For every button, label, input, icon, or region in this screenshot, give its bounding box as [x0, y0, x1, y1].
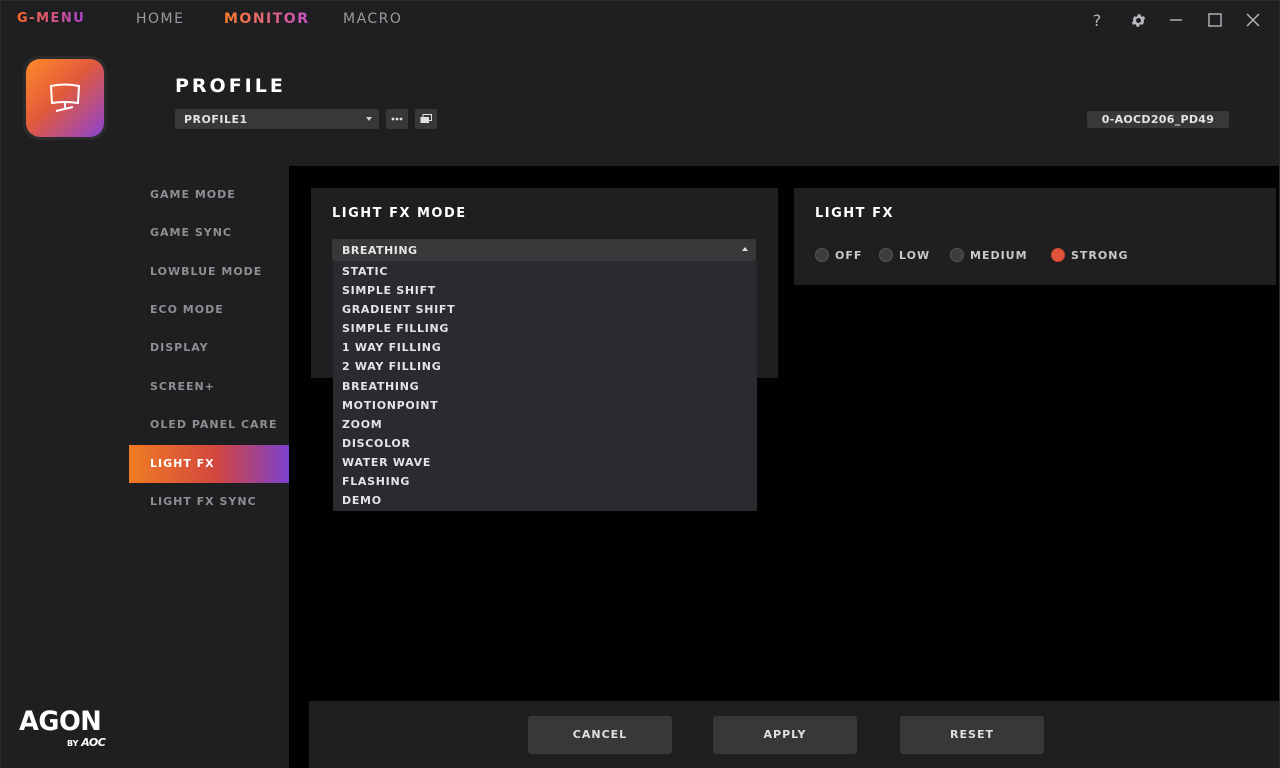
app-window: G-MENU HOME MONITOR MACRO ? AGON BY AOC … [0, 0, 1280, 768]
agon-wordmark: AGON [19, 706, 102, 737]
option-breathing[interactable]: BREATHING [342, 380, 419, 393]
option-zoom[interactable]: ZOOM [342, 418, 382, 431]
close-icon[interactable] [1242, 9, 1264, 31]
cancel-button[interactable]: CANCEL [528, 716, 672, 754]
more-options-button[interactable] [386, 109, 408, 129]
option-water-wave[interactable]: WATER WAVE [342, 456, 431, 469]
menu-item-light-fx[interactable]: LIGHT FX [129, 445, 289, 483]
option-discolor[interactable]: DISCOLOR [342, 437, 411, 450]
light-fx-panel: LIGHT FX OFF LOW MEDIUM STRONG [794, 188, 1276, 285]
menu-item-lowblue-mode[interactable]: LOWBLUE MODE [129, 253, 289, 291]
left-rail: AGON BY AOC [1, 38, 129, 768]
option-2-way-filling[interactable]: 2 WAY FILLING [342, 360, 441, 373]
profile-select-value: PROFILE1 [184, 113, 248, 126]
menu-item-screen-plus[interactable]: SCREEN+ [129, 368, 289, 406]
option-1-way-filling[interactable]: 1 WAY FILLING [342, 341, 441, 354]
menu-item-game-sync[interactable]: GAME SYNC [129, 214, 289, 252]
menu-item-eco-mode[interactable]: ECO MODE [129, 291, 289, 329]
agon-byline: BY AOC [67, 736, 106, 749]
main-content: LIGHT FX MODE BREATHING LIGHT FX OFF LOW… [289, 166, 1279, 768]
option-flashing[interactable]: FLASHING [342, 475, 410, 488]
device-id-badge: 0-AOCD206_PD49 [1087, 111, 1229, 128]
menu-item-display[interactable]: DISPLAY [129, 329, 289, 367]
option-static[interactable]: STATIC [342, 265, 388, 278]
monitor-icon [26, 59, 104, 137]
chevron-down-icon [366, 117, 372, 121]
action-footer: CANCEL APPLY RESET [309, 701, 1279, 768]
light-fx-mode-select[interactable]: BREATHING [332, 239, 756, 261]
menu-item-light-fx-sync[interactable]: LIGHT FX SYNC [129, 483, 289, 521]
gear-icon[interactable] [1127, 9, 1149, 31]
ellipsis-icon [391, 117, 403, 121]
light-fx-title: LIGHT FX [815, 206, 894, 221]
menu-item-oled-panel-care[interactable]: OLED PANEL CARE [129, 406, 289, 444]
minimize-icon[interactable] [1165, 9, 1187, 31]
tab-macro[interactable]: MACRO [343, 11, 402, 27]
radio-strong[interactable]: STRONG [1051, 247, 1128, 263]
cards-icon [420, 114, 432, 123]
side-menu: GAME MODE GAME SYNC LOWBLUE MODE ECO MOD… [129, 166, 289, 768]
profile-header: PROFILE PROFILE1 0-AOCD206_PD49 [129, 38, 1279, 166]
option-gradient-shift[interactable]: GRADIENT SHIFT [342, 303, 455, 316]
radio-label: STRONG [1071, 248, 1129, 262]
chevron-up-icon [742, 247, 748, 251]
app-brand: G-MENU [17, 11, 86, 26]
maximize-icon[interactable] [1204, 9, 1226, 31]
option-demo[interactable]: DEMO [342, 494, 382, 507]
option-simple-shift[interactable]: SIMPLE SHIFT [342, 284, 436, 297]
reset-button[interactable]: RESET [900, 716, 1044, 754]
profile-select[interactable]: PROFILE1 [175, 109, 379, 129]
radio-medium[interactable]: MEDIUM [950, 247, 1028, 263]
page-title: PROFILE [175, 75, 286, 97]
monitor-tile[interactable] [23, 56, 107, 140]
tab-home[interactable]: HOME [136, 11, 184, 27]
agon-by: BY [67, 739, 79, 748]
radio-label: OFF [835, 248, 863, 262]
radio-dot-selected [1051, 248, 1065, 262]
option-simple-filling[interactable]: SIMPLE FILLING [342, 322, 449, 335]
light-fx-mode-selected: BREATHING [342, 244, 418, 257]
aoc-brand: AOC [81, 736, 106, 749]
radio-dot [815, 248, 829, 262]
apply-button[interactable]: APPLY [713, 716, 857, 754]
radio-dot [879, 248, 893, 262]
title-bar: G-MENU HOME MONITOR MACRO ? [1, 1, 1279, 38]
agon-logo: AGON BY AOC [19, 706, 115, 749]
light-fx-mode-title: LIGHT FX MODE [332, 206, 467, 221]
radio-dot [950, 248, 964, 262]
radio-low[interactable]: LOW [879, 247, 930, 263]
radio-off[interactable]: OFF [815, 247, 862, 263]
profile-manage-button[interactable] [415, 109, 437, 129]
radio-label: LOW [899, 248, 931, 262]
radio-label: MEDIUM [970, 248, 1028, 262]
menu-item-game-mode[interactable]: GAME MODE [129, 176, 289, 214]
help-icon[interactable]: ? [1086, 9, 1108, 31]
light-fx-mode-dropdown: STATIC SIMPLE SHIFT GRADIENT SHIFT SIMPL… [333, 261, 757, 511]
option-motionpoint[interactable]: MOTIONPOINT [342, 399, 438, 412]
tab-monitor[interactable]: MONITOR [224, 11, 310, 27]
